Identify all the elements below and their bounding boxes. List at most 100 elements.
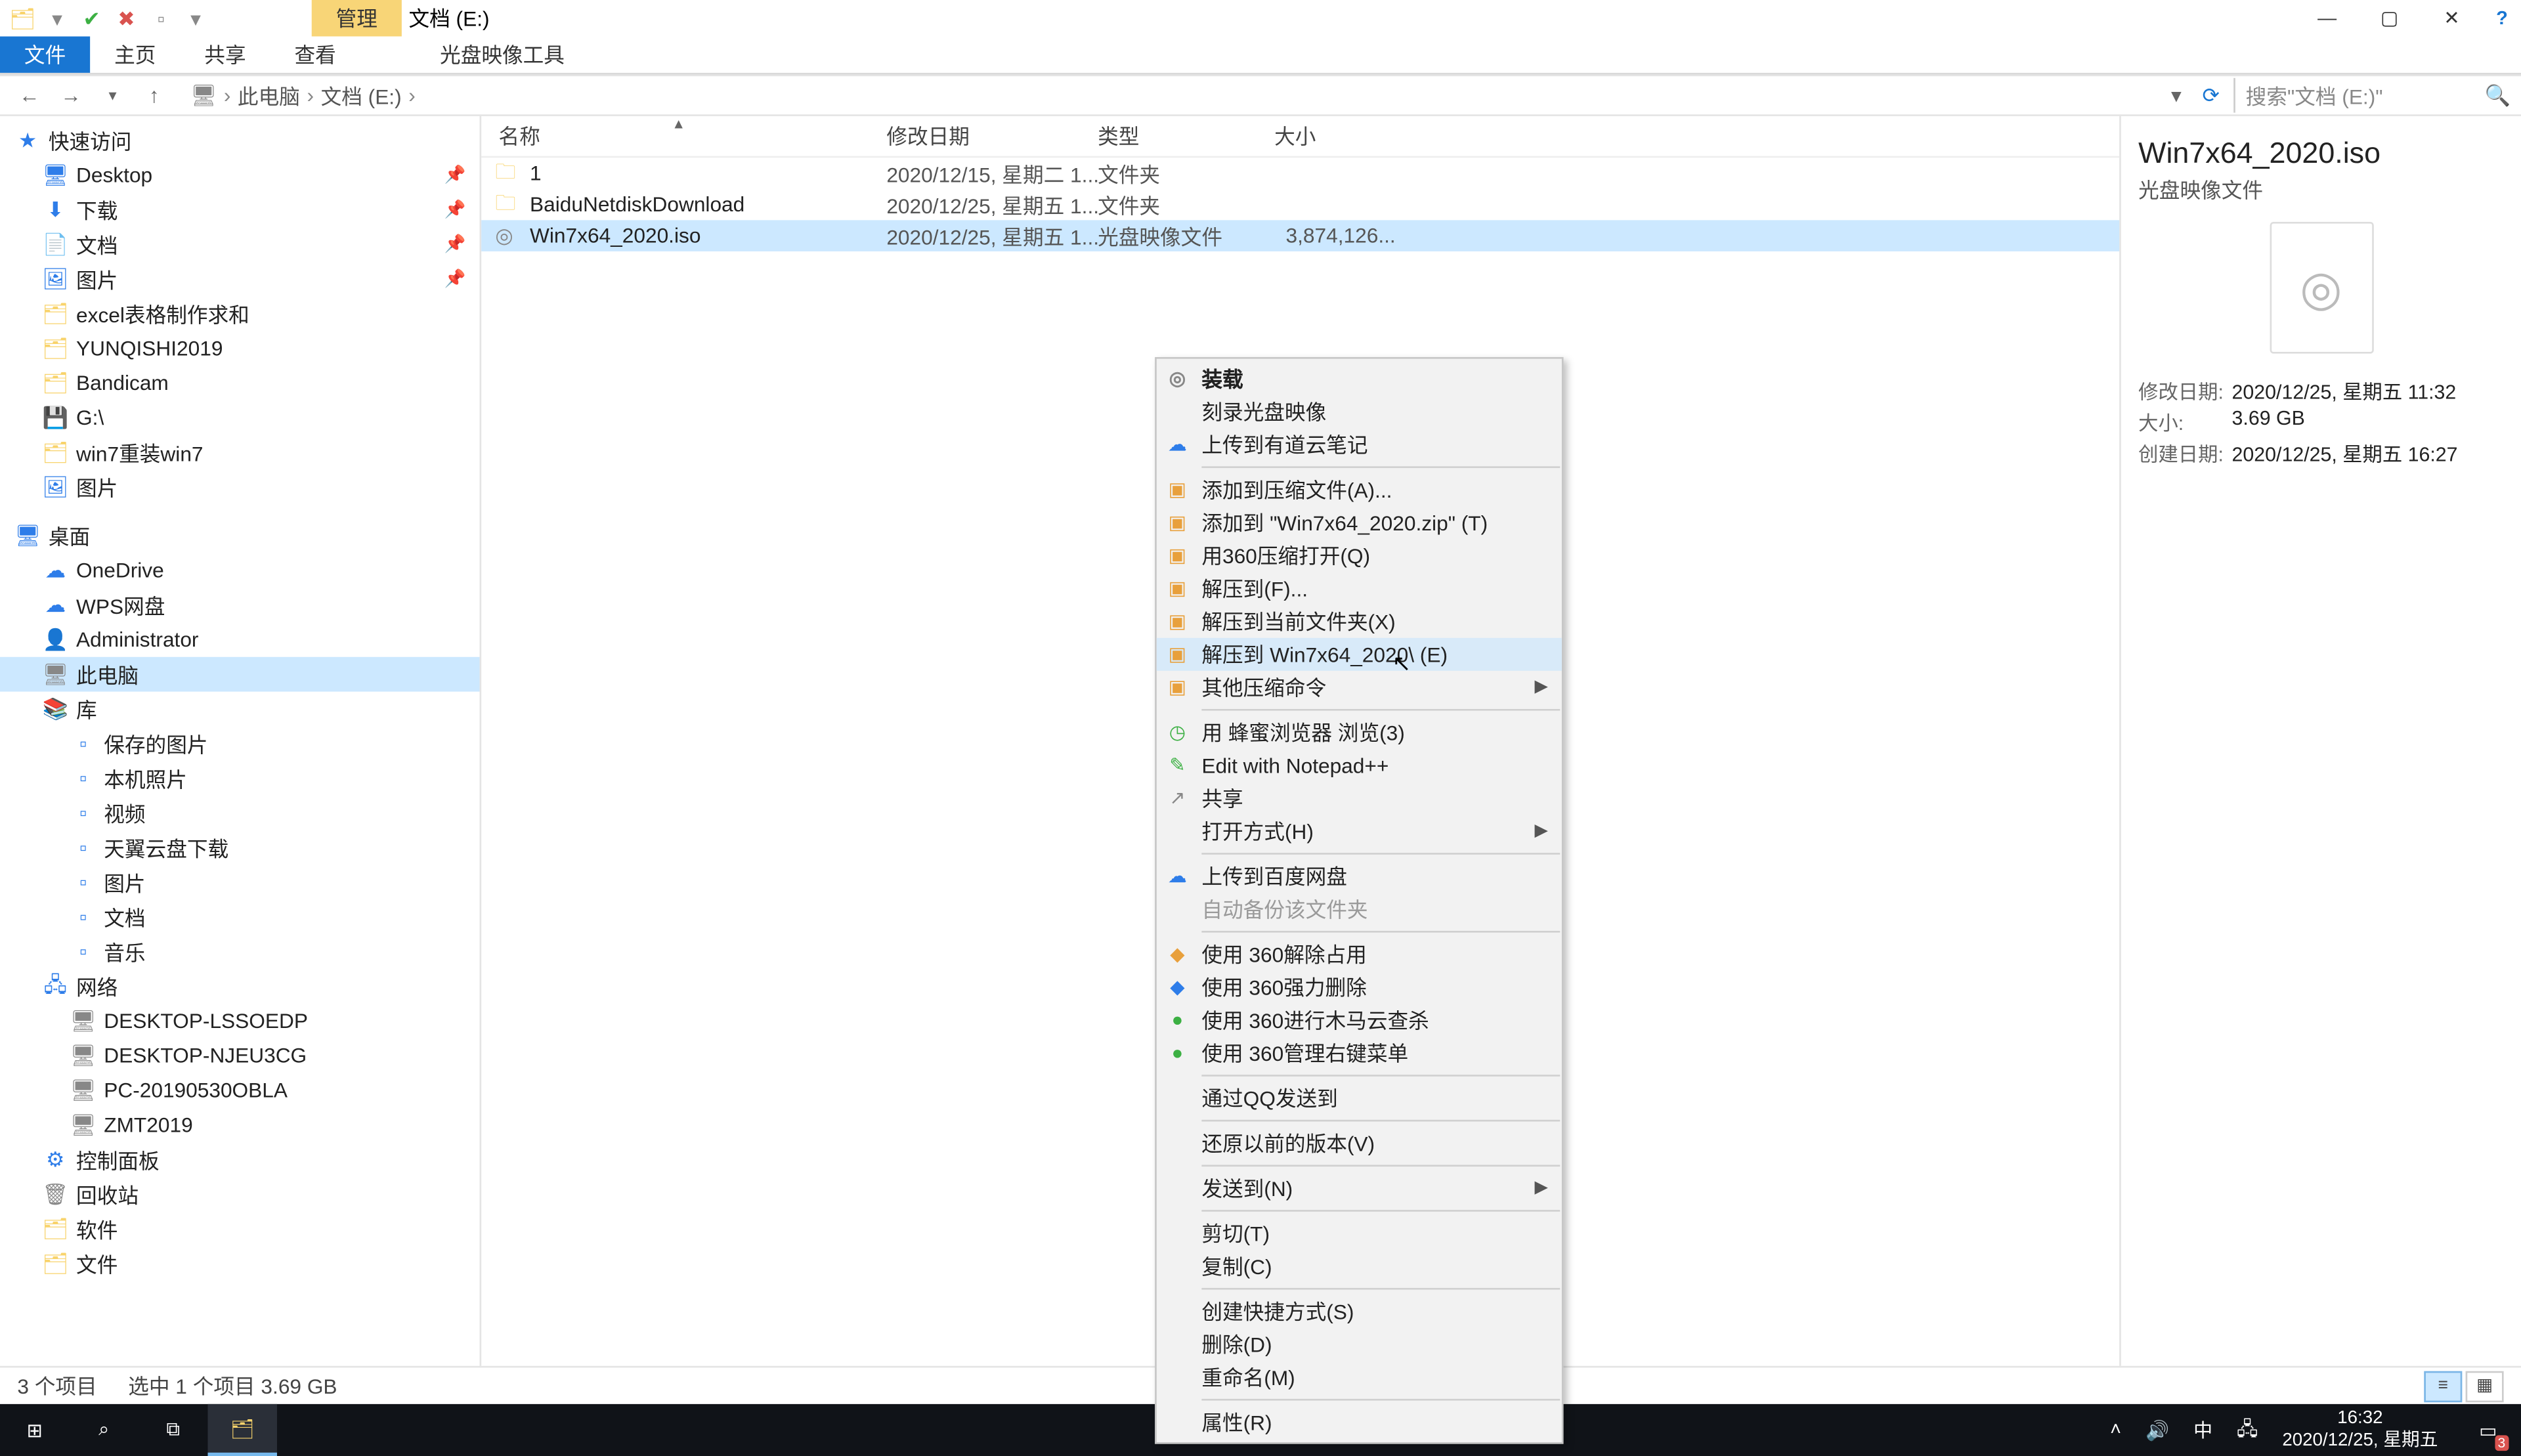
- tree-lib-item[interactable]: ▫保存的图片: [0, 726, 480, 761]
- taskbar-clock[interactable]: 16:32 2020/12/25, 星期五: [2282, 1408, 2438, 1452]
- tree-desktop-item[interactable]: ☁OneDrive: [0, 553, 480, 588]
- chevron-right-icon[interactable]: ›: [307, 83, 314, 108]
- ctx-open-with[interactable]: 打开方式(H)▶: [1157, 815, 1562, 847]
- tree-quick-item[interactable]: 📄文档📌: [0, 227, 480, 262]
- nav-up-button[interactable]: ↑: [142, 83, 166, 108]
- view-details-button[interactable]: ≡: [2424, 1370, 2462, 1402]
- chevron-right-icon[interactable]: ›: [408, 83, 416, 108]
- ctx-notepad-pp[interactable]: ✎Edit with Notepad++: [1157, 749, 1562, 782]
- ctx-360-force-delete[interactable]: ◆使用 360强力删除: [1157, 971, 1562, 1004]
- view-thumbnails-button[interactable]: ▦: [2466, 1370, 2504, 1402]
- search-icon[interactable]: 🔍: [2485, 83, 2510, 108]
- ribbon-tab-share[interactable]: 共享: [180, 36, 270, 72]
- minimize-button[interactable]: —: [2296, 0, 2358, 36]
- tree-quick-item[interactable]: 🖼图片📌: [0, 262, 480, 297]
- tree-network-pc[interactable]: 🖥DESKTOP-LSSOEDP: [0, 1004, 480, 1038]
- volume-icon[interactable]: 🔊: [2145, 1419, 2169, 1441]
- close-button[interactable]: ✕: [2421, 0, 2483, 36]
- network-icon[interactable]: 🖧: [2237, 1413, 2258, 1446]
- ctx-add-archive[interactable]: ▣添加到压缩文件(A)...: [1157, 473, 1562, 506]
- file-row[interactable]: 🗀 1 2020/12/15, 星期二 1... 文件夹: [481, 158, 2119, 189]
- ctx-cut[interactable]: 剪切(T): [1157, 1217, 1562, 1250]
- tree-network-pc[interactable]: 🖥PC-20190530OBLA: [0, 1073, 480, 1108]
- tree-quick-item[interactable]: 🗂excel表格制作求和: [0, 297, 480, 332]
- tree-desktop-item[interactable]: 👤Administrator: [0, 622, 480, 657]
- tree-lib-item[interactable]: ▫本机照片: [0, 761, 480, 796]
- tree-quick-item[interactable]: ⬇下载📌: [0, 192, 480, 227]
- tree-desktop-root[interactable]: 🖥桌面: [0, 519, 480, 553]
- task-view-button[interactable]: ⧉: [139, 1404, 207, 1456]
- ctx-youdao[interactable]: ☁上传到有道云笔记: [1157, 428, 1562, 461]
- ctx-restore-version[interactable]: 还原以前的版本(V): [1157, 1126, 1562, 1159]
- search-button[interactable]: ⌕: [69, 1404, 138, 1456]
- tree-misc-item[interactable]: ⚙控制面板: [0, 1142, 480, 1177]
- tree-desktop-item[interactable]: ☁WPS网盘: [0, 588, 480, 622]
- ribbon-tab-view[interactable]: 查看: [270, 36, 360, 72]
- tree-lib-item[interactable]: ▫文档: [0, 899, 480, 934]
- col-date[interactable]: 修改日期: [869, 121, 1081, 151]
- help-icon[interactable]: ?: [2483, 0, 2521, 36]
- tree-quick-item[interactable]: 🖼图片: [0, 470, 480, 505]
- ctx-create-shortcut[interactable]: 创建快捷方式(S): [1157, 1295, 1562, 1328]
- tree-lib-item[interactable]: ▫天翼云盘下载: [0, 830, 480, 865]
- tree-misc-item[interactable]: 🗂文件: [0, 1247, 480, 1281]
- file-row[interactable]: 🗀 BaiduNetdiskDownload 2020/12/25, 星期五 1…: [481, 189, 2119, 221]
- qat-new-icon[interactable]: ▫: [149, 6, 173, 30]
- breadcrumb-location[interactable]: 文档 (E:): [321, 81, 402, 110]
- ctx-qq-send[interactable]: 通过QQ发送到: [1157, 1082, 1562, 1115]
- ctx-burn[interactable]: 刻录光盘映像: [1157, 395, 1562, 428]
- qat-check-icon[interactable]: ✔: [79, 6, 104, 30]
- breadcrumb[interactable]: 🖥 › 此电脑 › 文档 (E:) › ▾: [184, 81, 2189, 110]
- tree-desktop-item[interactable]: 🖥此电脑: [0, 657, 480, 692]
- tree-quick-item[interactable]: 🗂Bandicam: [0, 366, 480, 400]
- col-size[interactable]: 大小: [1257, 121, 1403, 151]
- ctx-add-zip[interactable]: ▣添加到 "Win7x64_2020.zip" (T): [1157, 506, 1562, 539]
- tree-misc-item[interactable]: 🗂软件: [0, 1212, 480, 1247]
- breadcrumb-dropdown[interactable]: ▾: [2164, 83, 2188, 108]
- tree-lib-item[interactable]: ▫视频: [0, 796, 480, 830]
- tree-desktop-item[interactable]: 📚库: [0, 692, 480, 727]
- tree-lib-item[interactable]: ▫图片: [0, 865, 480, 900]
- tree-network[interactable]: 🖧网络: [0, 969, 480, 1004]
- qat-overflow-icon[interactable]: ▾: [45, 6, 70, 30]
- ctx-360-trojan-scan[interactable]: ●使用 360进行木马云查杀: [1157, 1004, 1562, 1037]
- ctx-copy[interactable]: 复制(C): [1157, 1250, 1562, 1283]
- refresh-button[interactable]: ⟳: [2188, 83, 2233, 108]
- ctx-360-manage-menu[interactable]: ●使用 360管理右键菜单: [1157, 1037, 1562, 1069]
- tree-quick-item[interactable]: 🗂win7重装win7: [0, 435, 480, 470]
- action-center-button[interactable]: ▭ 3: [2462, 1404, 2514, 1456]
- tree-quick-access[interactable]: ★快速访问: [0, 123, 480, 158]
- nav-history-dropdown[interactable]: ▾: [100, 86, 125, 105]
- ctx-delete[interactable]: 删除(D): [1157, 1328, 1562, 1361]
- ctx-extract-here[interactable]: ▣解压到当前文件夹(X): [1157, 605, 1562, 638]
- explorer-taskbar-icon[interactable]: 🗂: [207, 1404, 276, 1456]
- nav-back-button[interactable]: ←: [17, 83, 41, 108]
- chevron-right-icon[interactable]: ›: [224, 83, 231, 108]
- ribbon-tab-disc-tools[interactable]: 光盘映像工具: [416, 36, 589, 72]
- ctx-360-unlock[interactable]: ◆使用 360解除占用: [1157, 938, 1562, 971]
- start-button[interactable]: ⊞: [0, 1404, 69, 1456]
- qat-close-icon[interactable]: ✖: [114, 6, 139, 30]
- file-row[interactable]: ◎ Win7x64_2020.iso 2020/12/25, 星期五 1... …: [481, 220, 2119, 251]
- tree-network-pc[interactable]: 🖥DESKTOP-NJEU3CG: [0, 1038, 480, 1073]
- ctx-mount[interactable]: ◎装载: [1157, 362, 1562, 395]
- nav-forward-button[interactable]: →: [59, 83, 83, 108]
- tree-network-pc[interactable]: 🖥ZMT2019: [0, 1107, 480, 1142]
- maximize-button[interactable]: ▢: [2358, 0, 2421, 36]
- ctx-share[interactable]: ↗共享: [1157, 782, 1562, 815]
- ribbon-tab-file[interactable]: 文件: [0, 36, 90, 72]
- tree-quick-item[interactable]: 💾G:\: [0, 400, 480, 435]
- ctx-extract-named[interactable]: ▣解压到 Win7x64_2020\ (E): [1157, 638, 1562, 671]
- tray-overflow-icon[interactable]: ˄: [2110, 1420, 2121, 1441]
- ctx-open-360zip[interactable]: ▣用360压缩打开(Q): [1157, 539, 1562, 572]
- ctx-rename[interactable]: 重命名(M): [1157, 1361, 1562, 1394]
- breadcrumb-root[interactable]: 此电脑: [238, 81, 300, 110]
- ctx-extract-to[interactable]: ▣解压到(F)...: [1157, 572, 1562, 605]
- ime-indicator[interactable]: 中: [2193, 1416, 2212, 1444]
- tree-lib-item[interactable]: ▫音乐: [0, 934, 480, 969]
- qat-dropdown-icon[interactable]: ▾: [184, 6, 208, 30]
- tree-misc-item[interactable]: 🗑回收站: [0, 1177, 480, 1212]
- ctx-other-zip[interactable]: ▣其他压缩命令▶: [1157, 671, 1562, 704]
- tree-quick-item[interactable]: 🖥Desktop📌: [0, 158, 480, 192]
- ctx-baidu-upload[interactable]: ☁上传到百度网盘: [1157, 860, 1562, 893]
